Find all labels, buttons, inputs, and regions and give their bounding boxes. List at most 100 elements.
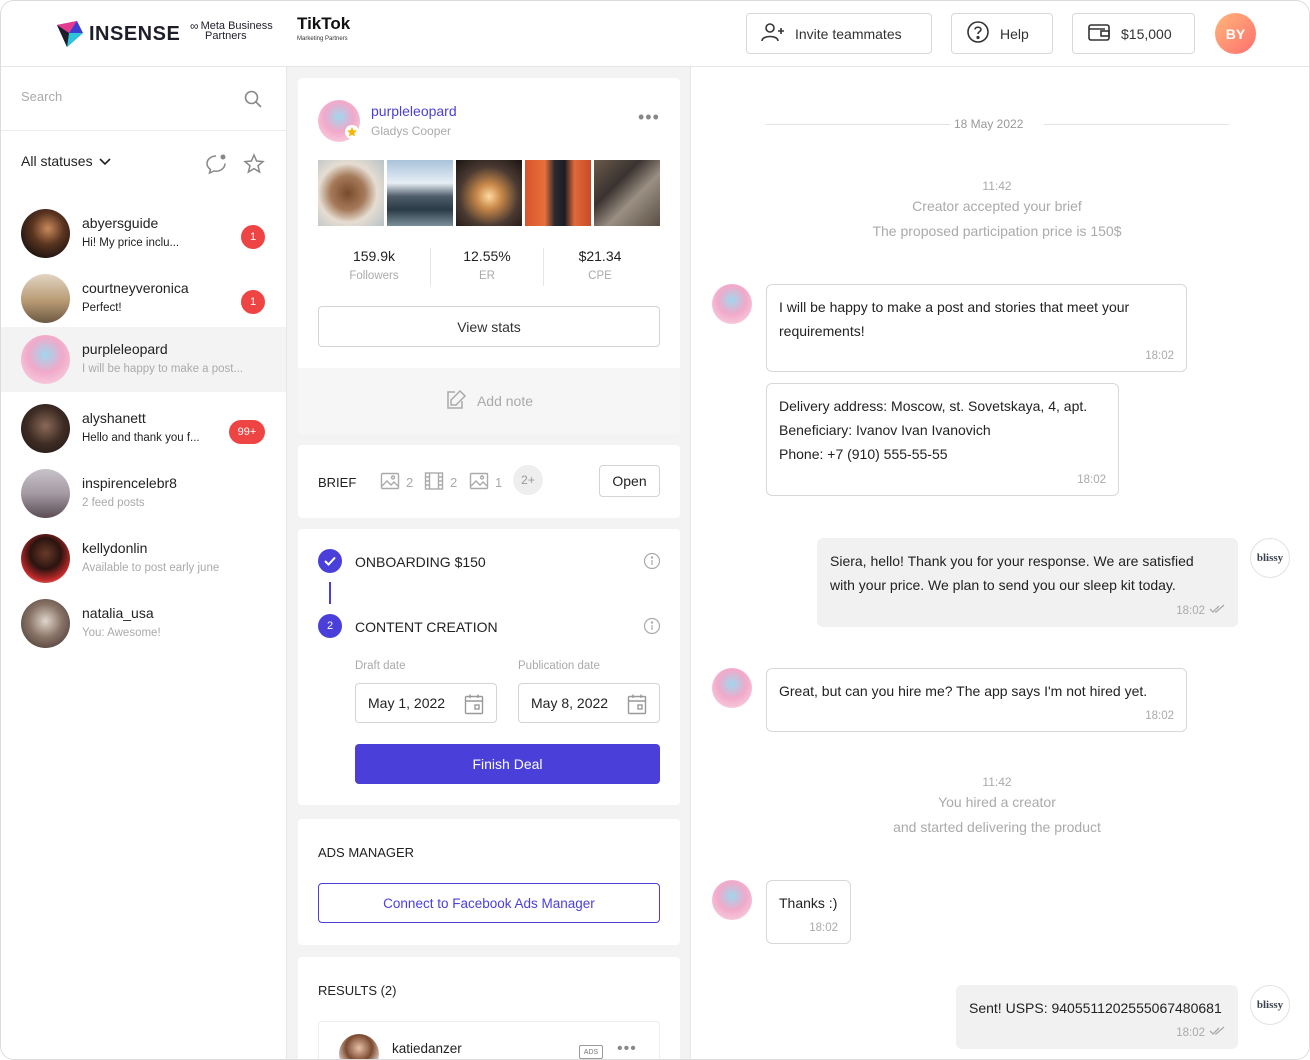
brief-more-badge[interactable]: 2+ xyxy=(513,465,543,495)
draft-date-value: May 1, 2022 xyxy=(368,695,446,711)
add-note-button[interactable]: Add note xyxy=(298,368,680,434)
conversation-item[interactable]: courtneyveronica Perfect! 1 xyxy=(1,266,286,331)
post-thumbnail[interactable] xyxy=(387,160,453,226)
stat-value: $21.34 xyxy=(578,248,622,264)
message-text: Siera, hello! Thank you for your respons… xyxy=(830,553,1194,569)
post-thumbnail[interactable] xyxy=(525,160,591,226)
invite-teammates-button[interactable]: Invite teammates xyxy=(746,13,932,54)
stat-label: Followers xyxy=(349,270,399,282)
message-text: with your price. We plan to send you our… xyxy=(830,577,1176,593)
meta-infinity-icon: ∞ xyxy=(190,19,199,33)
creator-chat-avatar[interactable] xyxy=(712,284,752,324)
status-filter-dropdown[interactable]: All statuses xyxy=(21,153,111,169)
draft-date-label: Draft date xyxy=(355,660,406,672)
contact-preview: You: Awesome! xyxy=(82,627,161,639)
contact-avatar xyxy=(21,599,70,648)
add-note-label: Add note xyxy=(476,393,534,409)
info-icon[interactable] xyxy=(643,552,661,575)
balance-amount: $15,000 xyxy=(1121,25,1172,42)
brief-title: BRIEF xyxy=(318,475,357,490)
contact-name: natalia_usa xyxy=(82,605,154,621)
search-input[interactable] xyxy=(21,89,221,104)
calendar-icon[interactable] xyxy=(627,693,647,718)
image-icon xyxy=(380,471,400,494)
logo-text: INSENSE xyxy=(89,22,181,45)
help-label: Help xyxy=(1000,25,1029,42)
photo-count: 2 xyxy=(406,475,414,490)
message-time-status: 18:02 xyxy=(1176,1026,1225,1040)
tiktok-line1: TikTok xyxy=(297,14,351,33)
result-item[interactable]: katiedanzer ADS ••• xyxy=(318,1021,660,1059)
draft-date-field[interactable]: May 1, 2022 xyxy=(355,683,497,723)
creator-chat-avatar[interactable] xyxy=(712,880,752,920)
creator-full-name: Gladys Cooper xyxy=(371,124,452,138)
finish-deal-button[interactable]: Finish Deal xyxy=(355,744,660,784)
help-button[interactable]: Help xyxy=(951,13,1053,54)
publication-date-field[interactable]: May 8, 2022 xyxy=(518,683,660,723)
date-divider-line xyxy=(1044,124,1229,125)
calendar-icon[interactable] xyxy=(464,693,484,718)
conversation-item[interactable]: alyshanett Hello and thank you f... 99+ xyxy=(1,396,286,461)
info-icon[interactable] xyxy=(643,617,661,640)
app-window: INSENSE ∞ Meta Business Partners TikTok M… xyxy=(0,0,1310,1060)
brief-videos: 2 xyxy=(424,471,457,494)
contact-name: abyersguide xyxy=(82,215,159,231)
balance-button[interactable]: $15,000 xyxy=(1072,13,1195,54)
stat-value: 12.55% xyxy=(463,248,511,264)
star-icon[interactable] xyxy=(243,153,265,180)
creator-username[interactable]: purpleleopard xyxy=(371,103,457,119)
unread-filter-icon[interactable] xyxy=(205,153,227,180)
brand-avatar[interactable]: blissy xyxy=(1250,985,1290,1025)
message-time: 18:02 xyxy=(1145,710,1174,722)
message-time: 18:02 xyxy=(809,922,838,934)
connect-facebook-ads-button[interactable]: Connect to Facebook Ads Manager xyxy=(318,883,660,923)
unread-badge: 99+ xyxy=(229,420,265,444)
message-text: Thanks :) xyxy=(779,895,838,911)
incoming-message: Great, but can you hire me? The app says… xyxy=(766,668,1187,732)
step-content-creation-label: CONTENT CREATION xyxy=(355,619,498,635)
more-options-icon[interactable]: ••• xyxy=(638,107,660,128)
message-time: 18:02 xyxy=(1077,474,1106,486)
story-count: 1 xyxy=(495,475,503,490)
brief-stories: 1 xyxy=(469,471,502,494)
ads-manager-card: ADS MANAGER Connect to Facebook Ads Mana… xyxy=(298,819,680,945)
contact-preview: Hello and thank you f... xyxy=(82,432,200,444)
conversation-item[interactable]: inspirencelebr8 2 feed posts xyxy=(1,461,286,526)
image-icon xyxy=(469,471,489,494)
conversation-item-active[interactable]: purpleleopard I will be happy to make a … xyxy=(1,327,286,392)
insense-logo[interactable]: INSENSE xyxy=(55,19,180,49)
more-options-icon[interactable]: ••• xyxy=(617,1040,637,1058)
conversation-item[interactable]: abyersguide Hi! My price inclu... 1 xyxy=(1,201,286,266)
chat-panel: 18 May 2022 11:42 Creator accepted your … xyxy=(692,67,1309,1059)
conversation-item[interactable]: kellydonlin Available to post early june xyxy=(1,526,286,591)
date-divider-text: 18 May 2022 xyxy=(954,117,1024,131)
view-stats-button[interactable]: View stats xyxy=(318,306,660,347)
brand-avatar[interactable]: blissy xyxy=(1250,538,1290,578)
system-message: The proposed participation price is 150$ xyxy=(872,223,1122,239)
contact-preview: Perfect! xyxy=(82,302,122,314)
step-completed-check xyxy=(318,549,342,573)
step-number: 2 xyxy=(318,614,342,638)
incoming-message: Delivery address: Moscow, st. Sovetskaya… xyxy=(766,383,1119,496)
open-brief-button[interactable]: Open xyxy=(599,465,660,497)
creator-chat-avatar[interactable] xyxy=(712,668,752,708)
edit-note-icon xyxy=(445,389,467,414)
post-thumbnail[interactable] xyxy=(594,160,660,226)
user-avatar[interactable]: BY xyxy=(1215,13,1256,54)
conversation-item[interactable]: natalia_usa You: Awesome! xyxy=(1,591,286,656)
post-thumbnail[interactable] xyxy=(456,160,522,226)
results-card: RESULTS (2) katiedanzer ADS ••• xyxy=(298,957,680,1059)
message-time-status: 18:02 xyxy=(1176,604,1225,618)
message-time: 18:02 xyxy=(1145,350,1174,362)
incoming-message: I will be happy to make a post and stori… xyxy=(766,284,1187,372)
search-icon[interactable] xyxy=(243,89,263,114)
er-stat: 12.55% ER xyxy=(431,248,543,282)
system-time: 11:42 xyxy=(982,775,1012,789)
tiktok-partner-logo: TikTok Marketing Partners xyxy=(297,15,350,45)
contact-name: inspirencelebr8 xyxy=(82,475,177,491)
message-text: I will be happy to make a post and stori… xyxy=(779,299,1130,315)
cpe-stat: $21.34 CPE xyxy=(544,248,656,282)
chevron-down-icon xyxy=(99,153,111,169)
post-thumbnail[interactable] xyxy=(318,160,384,226)
double-check-icon xyxy=(1209,1026,1225,1040)
